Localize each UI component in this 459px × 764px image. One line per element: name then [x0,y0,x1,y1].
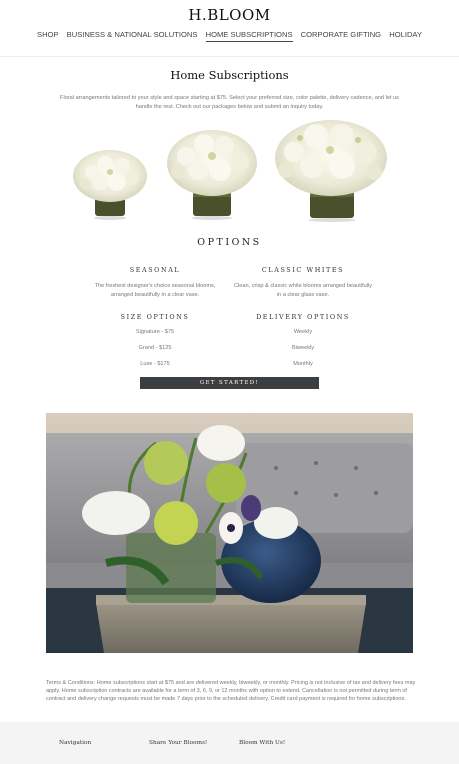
seasonal-description: The freshest designer's choice seasonal … [94,283,216,298]
delivery-options-heading: DELIVERY OPTIONS [256,313,350,321]
classic-whites-option: CLASSIC WHITES Clean, crisp & classic wh… [233,266,373,299]
nav-corporate-gifting[interactable]: CORPORATE GIFTING [301,30,381,41]
footer-navigation-link[interactable]: Navigation [59,740,91,746]
nav-holiday[interactable]: HOLIDAY [389,30,422,41]
site-header: H.BLOOM SHOP BUSINESS & NATIONAL SOLUTIO… [0,0,459,57]
lifestyle-photo [46,413,413,653]
size-option-signature: Signature - $75 [135,329,175,335]
page-title: Home Subscriptions [170,68,289,82]
options-heading: OPTIONS [197,237,262,248]
main-nav: SHOP BUSINESS & NATIONAL SOLUTIONS HOME … [0,30,459,42]
seasonal-heading: SEASONAL [129,266,181,274]
delivery-option-weekly: Weekly [293,329,313,335]
seasonal-option: SEASONAL The freshest designer's choice … [85,266,225,299]
size-options-heading: SIZE OPTIONS [120,313,190,321]
classic-whites-heading: CLASSIC WHITES [261,266,345,274]
site-footer: Navigation Share Your Blooms! Bloom With… [0,722,459,764]
nav-shop[interactable]: SHOP [37,30,59,41]
footer-bloom-with-us-link[interactable]: Bloom With Us! [239,740,285,746]
delivery-option-monthly: Monthly [293,361,313,367]
classic-whites-description: Clean, crisp & classic white blooms arra… [233,283,373,298]
size-option-grand: Grand - $125 [138,345,172,351]
logo[interactable]: H.BLOOM [0,6,459,24]
arrangement-medium-image [164,126,260,220]
delivery-option-biweekly: Biweekly [291,345,315,351]
nav-home-subscriptions[interactable]: HOME SUBSCRIPTIONS [205,30,293,42]
get-started-button[interactable]: GET STARTED! [140,377,319,389]
footer-share-blooms-link[interactable]: Share Your Blooms! [149,740,207,746]
terms-conditions: Terms & Conditions: Home subscriptions s… [46,680,416,703]
size-option-luxe: Luxe - $175 [140,361,170,367]
arrangement-large-image [272,116,390,222]
nav-business-national[interactable]: BUSINESS & NATIONAL SOLUTIONS [67,30,198,41]
intro-text: Floral arrangements tailored to your sty… [60,95,399,110]
arrangement-small-image [70,146,150,221]
